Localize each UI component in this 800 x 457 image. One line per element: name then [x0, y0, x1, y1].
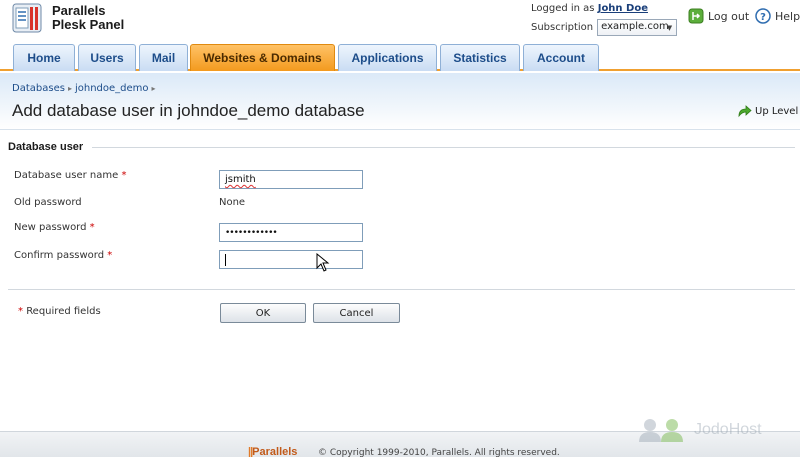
username-value: jsmith	[225, 174, 256, 185]
main-tabs: Home Users Mail Websites & Domains Appli…	[0, 44, 800, 71]
logged-in-info: Logged in as John Doe	[531, 3, 648, 14]
tab-account[interactable]: Account	[523, 44, 599, 71]
breadcrumb-databases[interactable]: Databases	[12, 83, 65, 94]
subscription-value: example.com	[601, 21, 669, 32]
section-divider	[92, 147, 795, 148]
cancel-button[interactable]: Cancel	[313, 303, 400, 323]
form-divider	[8, 289, 795, 290]
logo-line-2: Plesk Panel	[52, 17, 125, 32]
ok-button[interactable]: OK	[220, 303, 306, 323]
user-name-link[interactable]: John Doe	[598, 3, 648, 14]
plesk-logo-icon	[12, 3, 42, 33]
subscription-selector: Subscription example.com ▼	[531, 19, 678, 36]
required-marker: *	[89, 222, 95, 233]
breadcrumb-separator-icon: ▸	[67, 84, 72, 93]
page-title: Add database user in johndoe_demo databa…	[12, 101, 365, 120]
required-marker: *	[107, 250, 113, 261]
help-icon: ?	[755, 8, 771, 24]
subscription-label: Subscription	[531, 22, 594, 33]
confirm-password-field[interactable]	[219, 250, 363, 269]
required-fields-label: Required fields	[26, 306, 101, 317]
subscription-dropdown[interactable]: example.com ▼	[597, 19, 678, 36]
help-label: Help	[775, 9, 800, 23]
logged-in-prefix: Logged in as	[531, 3, 595, 14]
new-password-field[interactable]: ••••••••••••	[219, 223, 363, 242]
old-password-value: None	[219, 197, 246, 208]
watermark-people-icon	[639, 419, 683, 442]
new-password-label: New password *	[14, 222, 95, 233]
logout-link[interactable]: Log out	[688, 8, 749, 24]
username-label: Database user name *	[14, 170, 127, 181]
tab-users[interactable]: Users	[78, 44, 136, 71]
copyright-text: © Copyright 1999-2010, Parallels. All ri…	[318, 448, 560, 457]
chevron-down-icon: ▼	[666, 24, 673, 32]
new-password-value: ••••••••••••	[225, 227, 278, 238]
up-level-arrow-icon	[738, 105, 752, 118]
svg-text:?: ?	[760, 12, 766, 23]
tab-websites-domains[interactable]: Websites & Domains	[190, 44, 335, 71]
watermark-text: JodoHost	[694, 421, 762, 438]
text-caret	[225, 253, 226, 266]
mouse-cursor-icon	[316, 253, 330, 272]
confirm-password-label: Confirm password *	[14, 250, 113, 261]
breadcrumb-database[interactable]: johndoe_demo	[75, 83, 149, 94]
tab-statistics[interactable]: Statistics	[440, 44, 520, 71]
logo-line-1: Parallels	[52, 3, 106, 18]
header: Parallels Plesk Panel Logged in as John …	[0, 0, 800, 44]
product-name: Parallels Plesk Panel	[52, 4, 124, 32]
username-field[interactable]: jsmith	[219, 170, 363, 189]
up-level-label: Up Level	[755, 105, 799, 117]
watermark: JodoHost	[636, 416, 762, 444]
help-link[interactable]: ? Help	[755, 8, 800, 24]
tab-mail[interactable]: Mail	[139, 44, 188, 71]
breadcrumb: Databases ▸ johndoe_demo ▸	[12, 83, 159, 94]
tab-applications[interactable]: Applications	[338, 44, 437, 71]
tab-home[interactable]: Home	[13, 44, 75, 71]
section-title: Database user	[8, 141, 84, 153]
up-level-link[interactable]: Up Level	[737, 104, 798, 118]
logout-icon	[688, 8, 704, 24]
required-fields-note: * Required fields	[18, 306, 101, 317]
page-header: Databases ▸ johndoe_demo ▸ Add database use…	[0, 73, 800, 130]
breadcrumb-separator-icon: ▸	[151, 84, 156, 93]
required-marker: *	[18, 306, 23, 317]
required-marker: *	[121, 170, 127, 181]
logout-label: Log out	[708, 9, 750, 23]
footer-brand: ||Parallels	[248, 446, 298, 457]
old-password-label: Old password	[14, 197, 82, 208]
